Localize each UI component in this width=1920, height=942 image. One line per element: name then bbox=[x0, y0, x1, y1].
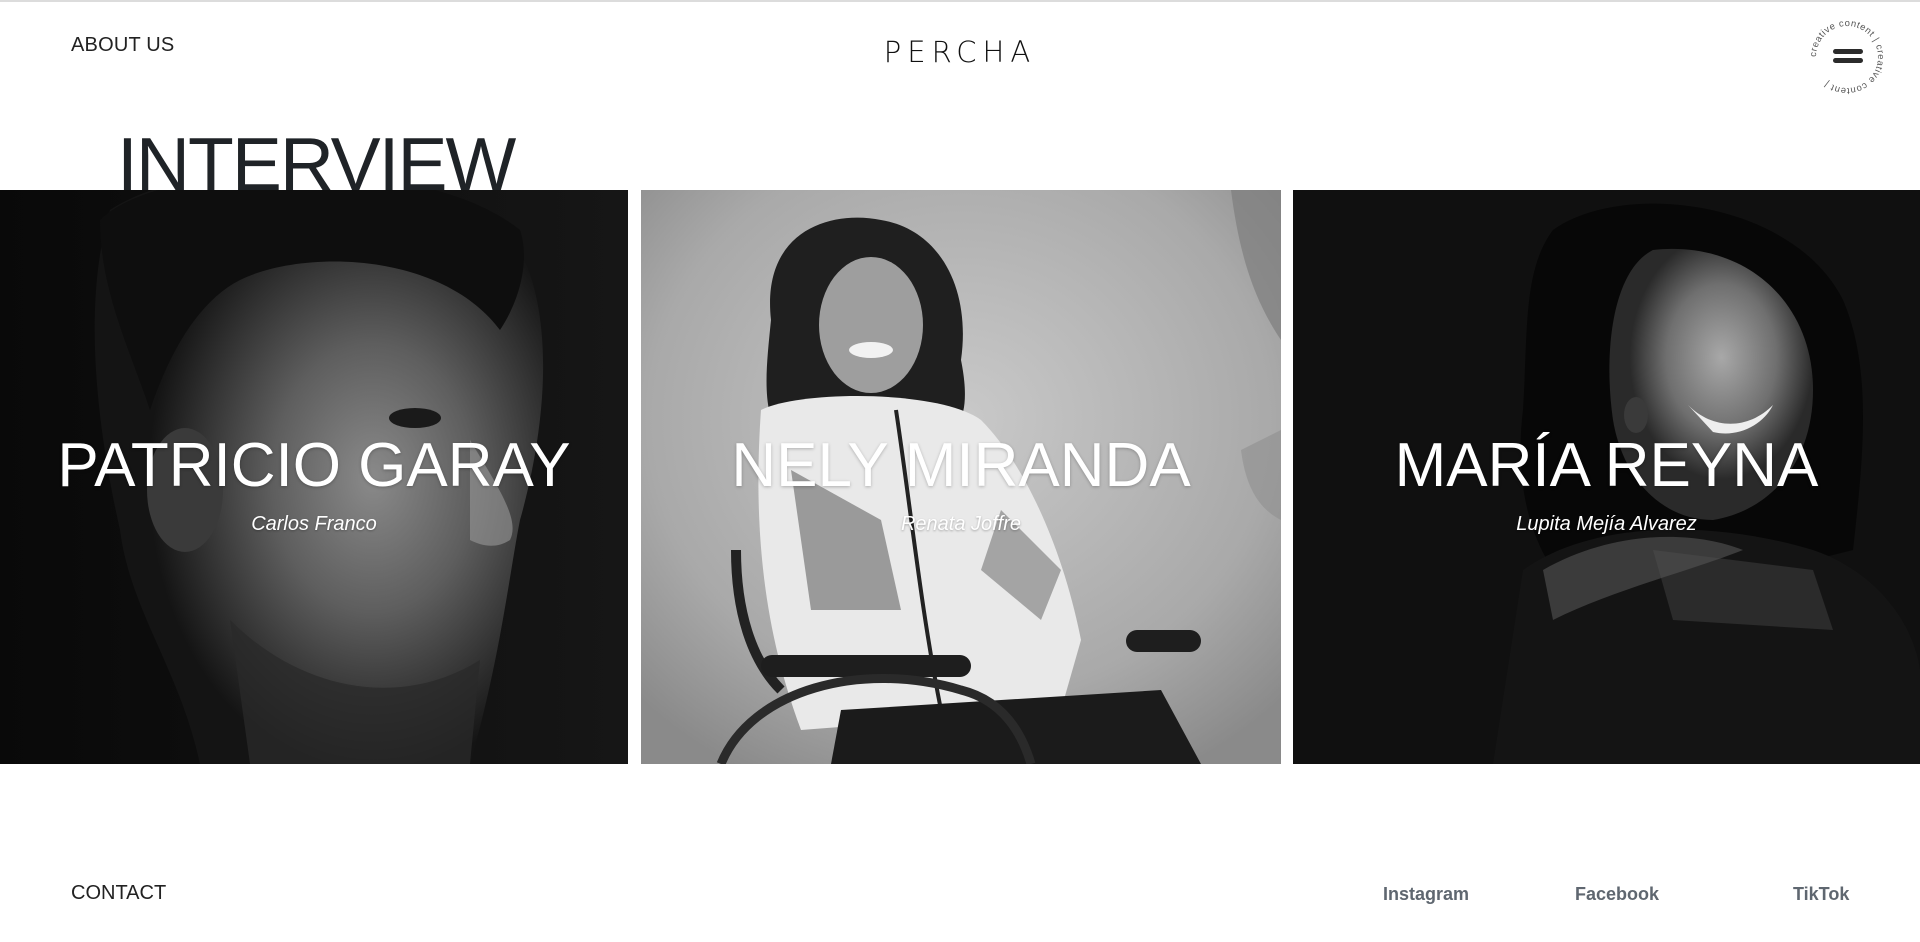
interview-card-nely-miranda[interactable]: NELY MIRANDA Renata Joffre bbox=[641, 190, 1281, 764]
contact-link[interactable]: CONTACT bbox=[71, 882, 166, 905]
facebook-link[interactable]: Facebook bbox=[1575, 884, 1659, 905]
interview-author: Renata Joffre bbox=[900, 513, 1022, 535]
page: ABOUT US PERCHA creative content | creat… bbox=[0, 0, 1920, 942]
menu-badge-text: creative content | creative content | bbox=[1808, 18, 1886, 96]
interview-card-maria-reyna[interactable]: MARÍA REYNA Lupita Mejía Alvarez bbox=[1293, 190, 1920, 764]
menu-icon: creative content | creative content | bbox=[1808, 18, 1886, 96]
interview-name: PATRICIO GARAY bbox=[57, 431, 571, 500]
hamburger-line-top bbox=[1833, 49, 1863, 54]
interview-name: NELY MIRANDA bbox=[731, 431, 1191, 500]
instagram-link[interactable]: Instagram bbox=[1383, 884, 1469, 905]
hamburger-line-bottom bbox=[1833, 58, 1863, 63]
tiktok-link[interactable]: TikTok bbox=[1793, 884, 1849, 905]
interview-author: Lupita Mejía Alvarez bbox=[1516, 513, 1697, 535]
percha-logo[interactable]: PERCHA bbox=[0, 35, 1920, 69]
interview-cards: PATRICIO GARAY Carlos Franco NELY MIRAND… bbox=[0, 190, 1920, 764]
interview-author: Carlos Franco bbox=[251, 513, 377, 535]
svg-text:creative content | creative co: creative content | creative content | bbox=[1808, 18, 1886, 96]
menu-button[interactable]: creative content | creative content | bbox=[1808, 18, 1886, 96]
interview-name: MARÍA REYNA bbox=[1394, 431, 1819, 500]
interview-card-patricio-garay[interactable]: PATRICIO GARAY Carlos Franco bbox=[0, 190, 628, 764]
